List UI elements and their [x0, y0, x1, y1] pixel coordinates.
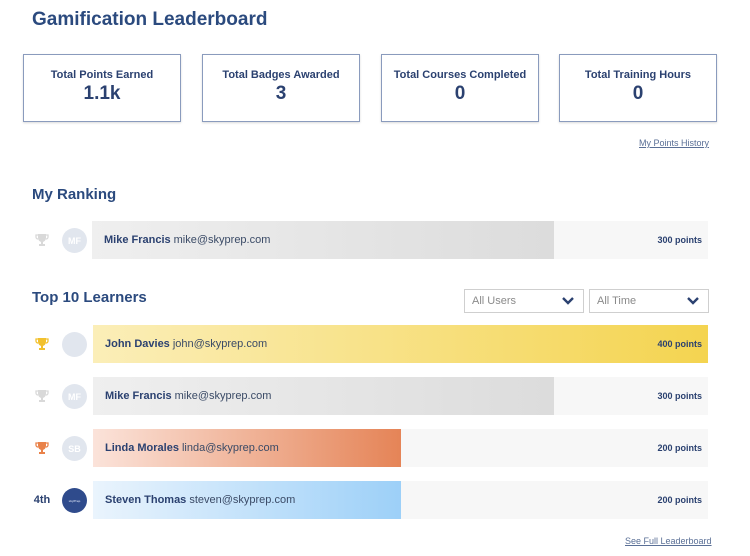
points-value: 300 points: [657, 391, 702, 401]
rank-indicator: [28, 221, 56, 259]
users-filter-select[interactable]: All Users: [464, 289, 584, 313]
rank-indicator: [28, 377, 56, 415]
learner-name: Mike Francis mike@skyprep.com: [104, 221, 270, 259]
stat-value: 0: [454, 83, 466, 104]
stat-card-points: Total Points Earned 1.1k: [23, 54, 181, 122]
points-bar-track: Linda Morales linda@skyprep.com 200 points: [93, 429, 708, 467]
learner-name: Mike Francis mike@skyprep.com: [105, 377, 271, 415]
top-learners-heading: Top 10 Learners: [32, 289, 147, 306]
points-value: 300 points: [657, 235, 702, 245]
stat-label: Total Badges Awarded: [222, 69, 340, 81]
learner-full-name: Linda Morales: [105, 442, 179, 454]
leaderboard-row: 4th skyPrep Steven Thomas steven@skyprep.co…: [0, 481, 750, 519]
avatar: [62, 332, 87, 357]
stat-card-courses: Total Courses Completed 0: [381, 54, 539, 122]
users-filter-value: All Users: [472, 295, 517, 307]
rank-indicator: 4th: [28, 481, 56, 519]
avatar: MF: [62, 384, 87, 409]
leaderboard-row: MF Mike Francis mike@skyprep.com 300 points: [0, 377, 750, 415]
rank-indicator: [28, 429, 56, 467]
avatar: SB: [62, 436, 87, 461]
learner-name: Steven Thomas steven@skyprep.com: [105, 481, 295, 519]
avatar: skyPrep: [62, 488, 87, 513]
stat-label: Total Training Hours: [584, 69, 692, 81]
stat-card-hours: Total Training Hours 0: [559, 54, 717, 122]
rank-indicator: [28, 325, 56, 363]
learner-email: mike@skyprep.com: [174, 390, 272, 402]
learner-full-name: Mike Francis: [104, 234, 171, 246]
see-full-leaderboard-link[interactable]: See Full Leaderboard: [625, 536, 712, 546]
learner-email: john@skyprep.com: [172, 338, 268, 350]
chevron-down-icon: [562, 297, 574, 305]
points-value: 200 points: [657, 495, 702, 505]
leaderboard-row: MF Mike Francis mike@skyprep.com 300 points: [0, 221, 750, 259]
trophy-silver-icon: [35, 390, 49, 402]
stat-label: Total Courses Completed: [393, 69, 527, 81]
page-title: Gamification Leaderboard: [32, 9, 268, 30]
stat-card-badges: Total Badges Awarded 3: [202, 54, 360, 122]
learner-email: steven@skyprep.com: [189, 494, 296, 506]
leaderboard-row: SB Linda Morales linda@skyprep.com 200 poin…: [0, 429, 750, 467]
stat-value: 0: [632, 83, 644, 104]
my-ranking-heading: My Ranking: [32, 186, 117, 203]
leaderboard-row: John Davies john@skyprep.com 400 points: [0, 325, 750, 363]
learner-email: mike@skyprep.com: [173, 234, 271, 246]
rank-label: 4th: [33, 494, 51, 506]
trophy-silver-icon: [35, 234, 49, 246]
learner-email: linda@skyprep.com: [181, 442, 279, 454]
points-bar-track: Steven Thomas steven@skyprep.com 200 point…: [93, 481, 708, 519]
stat-value: 1.1k: [83, 83, 121, 104]
points-value: 200 points: [657, 443, 702, 453]
stat-label: Total Points Earned: [50, 69, 154, 81]
points-bar-track: Mike Francis mike@skyprep.com 300 points: [93, 377, 708, 415]
learner-full-name: Steven Thomas: [105, 494, 187, 506]
learner-name: Linda Morales linda@skyprep.com: [105, 429, 279, 467]
learner-full-name: John Davies: [105, 338, 170, 350]
stat-value: 3: [275, 83, 287, 104]
trophy-bronze-icon: [35, 442, 49, 454]
points-bar-track: John Davies john@skyprep.com 400 points: [93, 325, 708, 363]
my-points-history-link[interactable]: My Points History: [639, 138, 709, 148]
trophy-gold-icon: [35, 338, 49, 350]
points-value: 400 points: [657, 339, 702, 349]
chevron-down-icon: [687, 297, 699, 305]
learner-full-name: Mike Francis: [105, 390, 172, 402]
period-filter-value: All Time: [597, 295, 637, 307]
avatar: MF: [62, 228, 87, 253]
learner-name: John Davies john@skyprep.com: [105, 325, 267, 363]
period-filter-select[interactable]: All Time: [589, 289, 709, 313]
points-bar-track: Mike Francis mike@skyprep.com 300 points: [92, 221, 708, 259]
